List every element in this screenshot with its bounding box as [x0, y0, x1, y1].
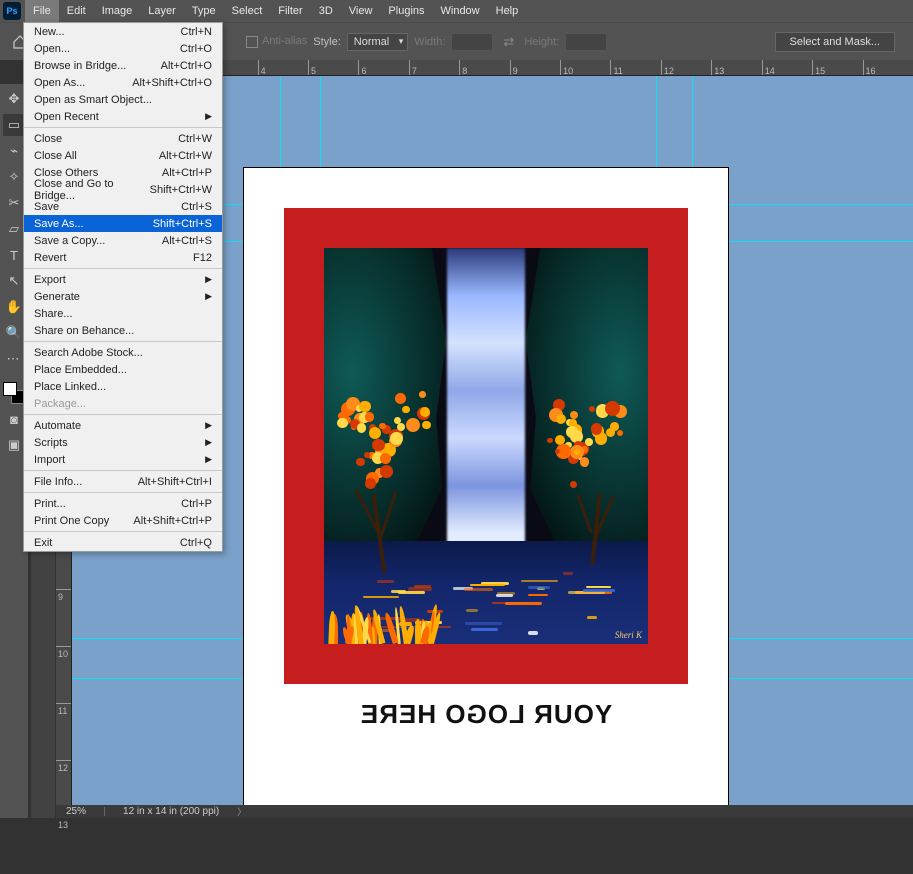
menu-plugins[interactable]: Plugins [380, 0, 432, 22]
menu-select[interactable]: Select [224, 0, 271, 22]
hand-tool-icon[interactable]: ✋ [3, 296, 25, 318]
menu-file[interactable]: File [25, 0, 59, 22]
menu-item-place-linked-[interactable]: Place Linked... [24, 378, 222, 395]
menu-item-save-as-[interactable]: Save As...Shift+Ctrl+S [24, 215, 222, 232]
menu-window[interactable]: Window [433, 0, 488, 22]
menu-item-save-a-copy-[interactable]: Save a Copy...Alt+Ctrl+S [24, 232, 222, 249]
menu-item-print-one-copy[interactable]: Print One CopyAlt+Shift+Ctrl+P [24, 512, 222, 529]
menu-item-scripts[interactable]: Scripts▶ [24, 434, 222, 451]
style-label: Style: [313, 36, 341, 48]
menu-item-share-on-behance-[interactable]: Share on Behance... [24, 322, 222, 339]
lasso-tool-icon[interactable]: ⌁ [3, 140, 25, 162]
menu-item-search-adobe-stock-[interactable]: Search Adobe Stock... [24, 344, 222, 361]
menu-item-close-and-go-to-bridge-[interactable]: Close and Go to Bridge...Shift+Ctrl+W [24, 181, 222, 198]
path-tool-icon[interactable]: ↖ [3, 270, 25, 292]
file-menu-dropdown: New...Ctrl+NOpen...Ctrl+OBrowse in Bridg… [23, 22, 223, 552]
marquee-tool-icon[interactable]: ▭ [3, 114, 25, 136]
select-and-mask-button[interactable]: Select and Mask... [775, 32, 896, 52]
menubar: Ps FileEditImageLayerTypeSelectFilter3DV… [0, 0, 913, 22]
anti-alias-checkbox[interactable] [246, 36, 258, 48]
type-tool-icon[interactable]: T [3, 244, 25, 266]
screen-mode-icon[interactable]: ▣ [3, 434, 25, 456]
menu-layer[interactable]: Layer [140, 0, 184, 22]
menu-image[interactable]: Image [94, 0, 141, 22]
wand-tool-icon[interactable]: ✧ [3, 166, 25, 188]
painting-image: Sheri K [324, 248, 648, 644]
menu-help[interactable]: Help [488, 0, 527, 22]
more-tools-icon[interactable]: ⋯ [3, 348, 25, 370]
move-tool-icon[interactable]: ✥ [3, 88, 25, 110]
menu-filter[interactable]: Filter [270, 0, 310, 22]
menu-item-share-[interactable]: Share... [24, 305, 222, 322]
menu-item-close[interactable]: CloseCtrl+W [24, 130, 222, 147]
menu-item-open-recent[interactable]: Open Recent▶ [24, 108, 222, 125]
menu-item-close-all[interactable]: Close AllAlt+Ctrl+W [24, 147, 222, 164]
swap-wh-icon[interactable]: ⇄ [499, 34, 518, 50]
menu-3d[interactable]: 3D [311, 0, 341, 22]
zoom-tool-icon[interactable]: 🔍 [3, 322, 25, 344]
anti-alias-label: Anti-alias [262, 35, 307, 47]
menu-item-export[interactable]: Export▶ [24, 271, 222, 288]
document-page: Sheri K YOUR LOGO HERE [244, 168, 728, 805]
doc-info: 12 in x 14 in (200 ppi) [123, 806, 219, 817]
menu-item-new-[interactable]: New...Ctrl+N [24, 23, 222, 40]
menu-item-browse-in-bridge-[interactable]: Browse in Bridge...Alt+Ctrl+O [24, 57, 222, 74]
menu-item-exit[interactable]: ExitCtrl+Q [24, 534, 222, 551]
menu-item-package-: Package... [24, 395, 222, 412]
height-label: Height: [524, 36, 559, 48]
menu-item-automate[interactable]: Automate▶ [24, 417, 222, 434]
menu-item-revert[interactable]: RevertF12 [24, 249, 222, 266]
menu-item-open-as-smart-object-[interactable]: Open as Smart Object... [24, 91, 222, 108]
frame-tool-icon[interactable]: ▱ [3, 218, 25, 240]
menu-item-generate[interactable]: Generate▶ [24, 288, 222, 305]
logo-placeholder-text: YOUR LOGO HERE [244, 699, 728, 730]
app-logo-icon: Ps [3, 2, 21, 20]
menu-item-import[interactable]: Import▶ [24, 451, 222, 468]
menu-item-file-info-[interactable]: File Info...Alt+Shift+Ctrl+I [24, 473, 222, 490]
zoom-level[interactable]: 25% [66, 806, 86, 817]
red-frame: Sheri K [284, 208, 688, 684]
menu-item-open-as-[interactable]: Open As...Alt+Shift+Ctrl+O [24, 74, 222, 91]
menu-view[interactable]: View [341, 0, 381, 22]
fg-color-icon [3, 382, 17, 396]
menu-item-place-embedded-[interactable]: Place Embedded... [24, 361, 222, 378]
style-select[interactable]: Normal [347, 33, 408, 51]
menu-item-open-[interactable]: Open...Ctrl+O [24, 40, 222, 57]
mask-mode-icon[interactable]: ◙ [3, 408, 25, 430]
height-input[interactable] [565, 33, 607, 51]
status-bar: 25% 12 in x 14 in (200 ppi) 〉 [56, 805, 913, 818]
width-input[interactable] [451, 33, 493, 51]
crop-tool-icon[interactable]: ✂ [3, 192, 25, 214]
width-label: Width: [414, 36, 445, 48]
menu-item-save[interactable]: SaveCtrl+S [24, 198, 222, 215]
menu-edit[interactable]: Edit [59, 0, 94, 22]
menu-item-print-[interactable]: Print...Ctrl+P [24, 495, 222, 512]
artist-signature: Sheri K [615, 630, 642, 640]
menu-type[interactable]: Type [184, 0, 224, 22]
color-swatch[interactable] [3, 382, 25, 404]
